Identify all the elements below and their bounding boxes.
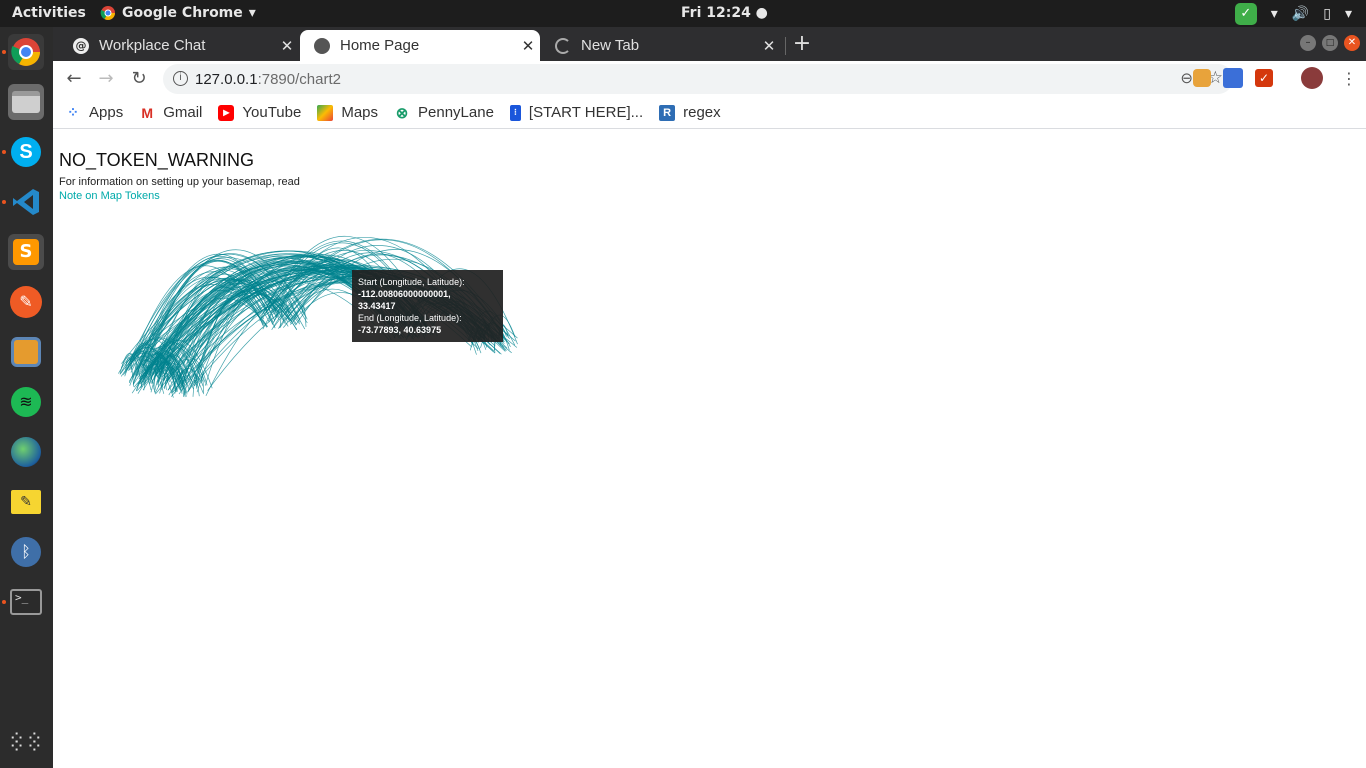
tab-title: New Tab <box>581 37 640 54</box>
window-controls: – □ ✕ <box>1300 35 1360 51</box>
bookmark-regex[interactable]: R regex <box>659 104 721 121</box>
doc-icon: ⁝ <box>509 104 521 121</box>
tab-separator <box>785 37 786 55</box>
apps-grid-icon: ⁘ <box>67 104 79 120</box>
r-icon: R <box>659 104 676 121</box>
sublime-launcher-icon[interactable]: S <box>8 234 44 270</box>
tab-workplace-chat[interactable]: @ Workplace Chat ✕ <box>59 30 299 61</box>
map-token-link[interactable]: Note on Map Tokens <box>59 190 160 202</box>
arc-tooltip: Start (Longitude, Latitude): -112.008060… <box>352 270 503 342</box>
spotify-launcher-icon[interactable]: ≋ <box>8 384 44 420</box>
terminal-launcher-icon[interactable]: >_ <box>8 584 44 620</box>
activities-button[interactable]: Activities <box>12 5 86 21</box>
battery-icon: ▯ <box>1323 6 1331 22</box>
update-check-icon[interactable]: ✓ <box>1234 3 1257 25</box>
extension-owl-icon[interactable] <box>1193 69 1211 87</box>
tab-new-tab[interactable]: New Tab ✕ <box>541 30 781 61</box>
extension-todo-icon[interactable]: ✓ <box>1255 69 1273 87</box>
workplace-icon: @ <box>73 37 89 54</box>
address-bar[interactable]: i 127.0.0.1:7890/chart2 ⊖ ☆ <box>163 64 1233 94</box>
tooltip-end-label: End (Longitude, Latitude): <box>358 313 462 323</box>
show-applications-icon[interactable]: ⁘⁘ ⁘⁘ <box>8 724 44 760</box>
vscode-launcher-icon[interactable] <box>8 184 44 220</box>
running-indicator <box>2 50 6 54</box>
globe-launcher-icon[interactable] <box>8 434 44 470</box>
wifi-icon: ▾ <box>1270 6 1278 22</box>
app-menu[interactable]: Google Chrome ▾ <box>100 5 256 21</box>
system-tray[interactable]: ✓ ▾ 🔊 ▯ ▾ <box>1234 3 1352 25</box>
bookmark-label: Apps <box>89 104 124 121</box>
running-indicator <box>2 150 6 154</box>
back-arrow-icon[interactable]: ← <box>63 68 85 90</box>
tooltip-start-label: Start (Longitude, Latitude): <box>358 277 465 287</box>
clock[interactable]: Fri 12:24 ● <box>681 5 768 21</box>
profile-avatar-icon[interactable] <box>1301 67 1323 89</box>
running-indicator <box>2 600 6 604</box>
tab-home-page[interactable]: Home Page ✕ <box>300 30 540 61</box>
power-menu-icon[interactable]: ▾ <box>1345 6 1352 22</box>
arc-layer[interactable] <box>53 130 613 430</box>
chrome-icon <box>100 6 115 20</box>
postman-launcher-icon[interactable]: ✎ <box>8 284 44 320</box>
tooltip-start-value: -112.00806000000001, <box>358 289 451 299</box>
tab-strip: @ Workplace Chat ✕ Home Page ✕ New Tab ✕… <box>53 27 1366 61</box>
bookmark-apps[interactable]: ⁘ Apps <box>65 104 123 121</box>
reload-icon[interactable]: ↻ <box>128 68 150 90</box>
system-top-bar: Activities Google Chrome ▾ Fri 12:24 ● ✓… <box>0 0 1366 27</box>
browser-toolbar: ← → ↻ i 127.0.0.1:7890/chart2 ⊖ ☆ ✓ ⋮ <box>53 61 1366 97</box>
tab-title: Workplace Chat <box>99 37 206 54</box>
close-icon[interactable]: ✕ <box>275 37 299 55</box>
zoom-icon[interactable]: ⊖ <box>1180 69 1193 87</box>
info-icon[interactable]: i <box>173 71 188 86</box>
minimize-icon[interactable]: – <box>1300 35 1316 51</box>
maps-icon <box>317 104 334 121</box>
tab-title: Home Page <box>340 37 420 54</box>
files-launcher-icon[interactable] <box>8 84 44 120</box>
bookmark-label: Gmail <box>163 104 203 121</box>
page-content: NO_TOKEN_WARNING For information on sett… <box>53 130 1366 768</box>
running-indicator <box>2 200 6 204</box>
gmail-icon: M <box>141 104 154 121</box>
volume-icon: 🔊 <box>1291 6 1310 22</box>
extension-calendar-icon[interactable] <box>1223 68 1243 88</box>
notes-launcher-icon[interactable]: ✎ <box>8 484 44 520</box>
youtube-icon: ▶ <box>218 104 235 121</box>
url-text[interactable]: 127.0.0.1:7890/chart2 <box>195 71 341 88</box>
bookmark-gmail[interactable]: M Gmail <box>139 104 202 121</box>
maximize-icon[interactable]: □ <box>1322 35 1338 51</box>
tooltip-start-value-cont: 33.43417 <box>358 301 396 311</box>
close-icon[interactable]: ✕ <box>516 37 540 55</box>
bluetooth-launcher-icon[interactable]: ᛒ <box>8 534 44 570</box>
loading-spinner-icon <box>555 37 571 54</box>
warning-title: NO_TOKEN_WARNING <box>59 150 255 170</box>
bookmark-pennylane[interactable]: ⊗ PennyLane <box>394 104 494 122</box>
bookmark-label: PennyLane <box>418 104 494 121</box>
app-menu-label: Google Chrome <box>122 5 243 21</box>
forward-arrow-icon[interactable]: → <box>95 68 117 90</box>
pennylane-icon: ⊗ <box>395 104 409 122</box>
bookmark-label: [START HERE]... <box>528 104 644 121</box>
new-tab-button[interactable]: + <box>790 32 814 56</box>
warning-text: For information on setting up your basem… <box>59 176 300 188</box>
bookmarks-bar: ⁘ Apps M Gmail ▶ YouTube Maps ⊗ PennyLan… <box>53 97 1366 129</box>
bookmark-maps[interactable]: Maps <box>317 104 378 121</box>
skype-launcher-icon[interactable]: S <box>8 134 44 170</box>
chrome-menu-icon[interactable]: ⋮ <box>1341 69 1357 88</box>
bookmark-label: YouTube <box>242 104 302 121</box>
close-icon[interactable]: ✕ <box>757 37 781 55</box>
ubuntu-dock: S S ✎ ≋ ✎ ᛒ >_ ⁘⁘ ⁘⁘ <box>0 27 53 768</box>
tooltip-end-value: -73.77893, 40.63975 <box>358 325 442 335</box>
bookmark-label: regex <box>683 104 721 121</box>
close-window-icon[interactable]: ✕ <box>1344 35 1360 51</box>
bookmark-start-here[interactable]: ⁝ [START HERE]... <box>509 104 644 121</box>
extensions: ✓ ⋮ <box>1193 67 1357 89</box>
chrome-launcher-icon[interactable] <box>8 34 44 70</box>
bookmark-label: Maps <box>341 104 379 121</box>
mysql-workbench-launcher-icon[interactable] <box>8 334 44 370</box>
globe-icon <box>314 37 330 54</box>
bookmark-youtube[interactable]: ▶ YouTube <box>218 104 301 121</box>
chevron-down-icon: ▾ <box>248 5 256 21</box>
